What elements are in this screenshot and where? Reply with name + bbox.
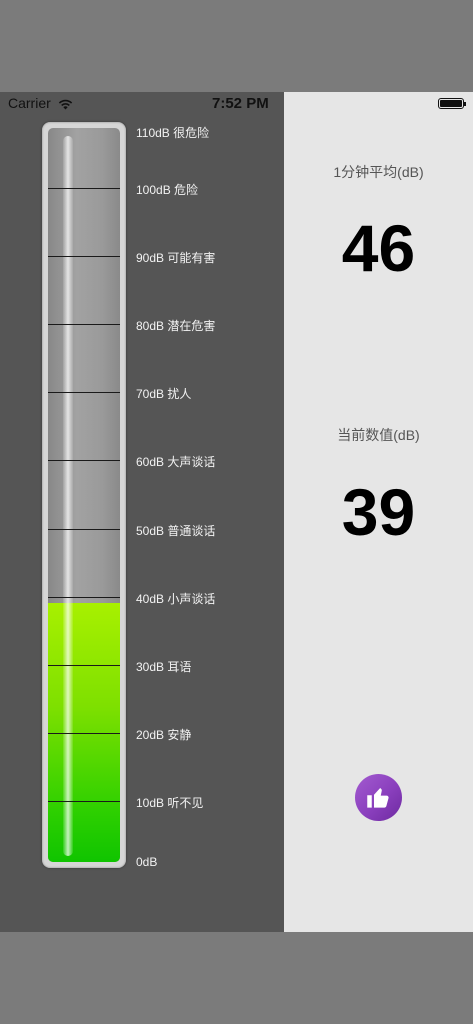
- meter-shine: [63, 136, 73, 856]
- average-label: 1分钟平均(dB): [333, 164, 424, 180]
- scale-tick: [48, 188, 120, 189]
- battery-icon: [438, 98, 466, 109]
- decibel-meter: [48, 128, 120, 862]
- scale-label: 70dB 扰人: [136, 387, 192, 402]
- scale-label: 50dB 普通谈话: [136, 523, 216, 538]
- scale-tick: [48, 801, 120, 802]
- scale-tick: [48, 597, 120, 598]
- scale-tick: [48, 460, 120, 461]
- scale-label: 30dB 耳语: [136, 659, 192, 674]
- scale-tick: [48, 733, 120, 734]
- like-button[interactable]: [355, 774, 402, 821]
- scale-label: 60dB 大声谈话: [136, 455, 216, 470]
- carrier-label: Carrier: [8, 95, 51, 111]
- scale-tick: [48, 529, 120, 530]
- stats-panel: 1分钟平均(dB) 46 当前数值(dB) 39: [284, 92, 473, 932]
- scale-label: 10dB 听不见: [136, 796, 204, 810]
- app-screen: 110dB 很危险 100dB 危险 90dB 可能有害 80dB 潜在危害 70dB …: [0, 92, 473, 932]
- meter-panel: 110dB 很危险 100dB 危险 90dB 可能有害 80dB 潜在危害 70dB …: [0, 92, 284, 932]
- scale-tick: [48, 392, 120, 393]
- current-label: 当前数值(dB): [337, 427, 420, 443]
- scale-label: 90dB 可能有害: [136, 251, 216, 266]
- scale-tick: [48, 665, 120, 666]
- scale-label: 80dB 潜在危害: [136, 319, 216, 334]
- thumbs-up-icon: [367, 787, 389, 808]
- current-value: 39: [341, 475, 416, 549]
- wifi-icon: [58, 97, 73, 115]
- scale-label: 0dB: [136, 855, 158, 869]
- scale-tick: [48, 324, 120, 325]
- scale-label: 20dB 安静: [136, 727, 192, 742]
- scale-tick: [48, 256, 120, 257]
- average-value: 46: [341, 211, 416, 285]
- scale-label: 110dB 很危险: [136, 126, 210, 140]
- scale-label: 100dB 危险: [136, 183, 199, 197]
- scale-label: 40dB 小声谈话: [136, 591, 216, 606]
- status-time: 7:52 PM: [212, 95, 269, 112]
